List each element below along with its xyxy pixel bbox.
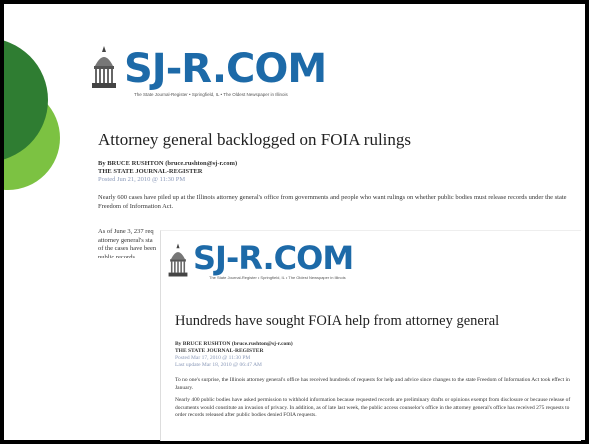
article-paragraph: To no one's surprise, the Illinois attor…	[175, 377, 570, 391]
updated-date: Last update Mar 18, 2010 @ 06:47 AM	[175, 362, 262, 368]
site-tagline: The State Journal-Register • Springfield…	[209, 275, 346, 280]
byline-paper: THE STATE JOURNAL-REGISTER	[175, 348, 264, 354]
masthead-2: SJ-R.COM The State Journal-Register • Sp…	[161, 231, 581, 297]
article-clipping-2: SJ-R.COM The State Journal-Register • Sp…	[160, 230, 581, 441]
slide-frame: SJ-R.COM The State Journal-Register • Sp…	[4, 4, 585, 441]
slide: SJ-R.COM The State Journal-Register • Sp…	[0, 0, 589, 444]
article-paragraph: Nearly 600 cases have piled up at the Il…	[98, 194, 567, 210]
site-logo: SJ-R.COM	[193, 239, 354, 277]
posted-date: Posted Jun 21, 2010 @ 11:30 PM	[98, 176, 186, 183]
capitol-dome-icon	[168, 243, 188, 277]
posted-date: Posted Mar 17, 2010 @ 11:30 PM	[175, 355, 251, 361]
byline-author: By BRUCE RUSHTON (bruce.rushton@sj-r.com…	[98, 160, 238, 167]
byline-paper: THE STATE JOURNAL-REGISTER	[98, 168, 203, 175]
capitol-dome-icon	[92, 46, 116, 88]
article-headline: Attorney general backlogged on FOIA ruli…	[98, 130, 412, 149]
site-logo: SJ-R.COM	[124, 46, 327, 92]
article-headline: Hundreds have sought FOIA help from atto…	[175, 313, 500, 329]
article-paragraph: Nearly 400 public bodies have asked perm…	[175, 397, 571, 418]
byline-author: By BRUCE RUSHTON (bruce.rushton@sj-r.com…	[175, 341, 293, 347]
masthead-1: SJ-R.COM The State Journal-Register • Sp…	[82, 34, 584, 100]
site-tagline: The State Journal-Register • Springfield…	[134, 92, 288, 97]
